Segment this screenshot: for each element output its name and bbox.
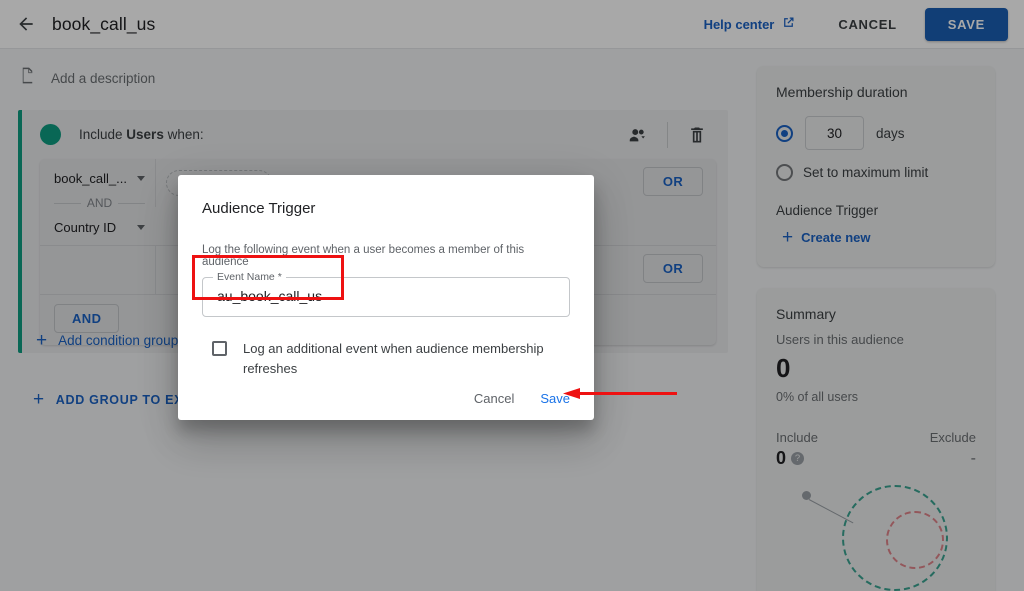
dialog-description: Log the following event when a user beco…: [202, 244, 570, 268]
dialog-title: Audience Trigger: [202, 200, 570, 217]
dialog-cancel-button[interactable]: Cancel: [474, 391, 514, 406]
dialog-actions: Cancel Save: [474, 391, 570, 406]
dialog-save-button[interactable]: Save: [540, 391, 570, 406]
app-root: book_call_us Help center CANCEL SAVE: [0, 0, 1024, 591]
audience-trigger-dialog: Audience Trigger Log the following event…: [178, 175, 594, 420]
log-refresh-checkbox[interactable]: [212, 341, 227, 356]
event-name-label: Event Name *: [213, 271, 286, 283]
event-name-input[interactable]: au_book_call_us: [217, 288, 322, 304]
event-name-field[interactable]: Event Name * au_book_call_us: [202, 277, 570, 317]
log-refresh-checkbox-row[interactable]: Log an additional event when audience me…: [202, 339, 570, 379]
log-refresh-label: Log an additional event when audience me…: [243, 339, 561, 379]
